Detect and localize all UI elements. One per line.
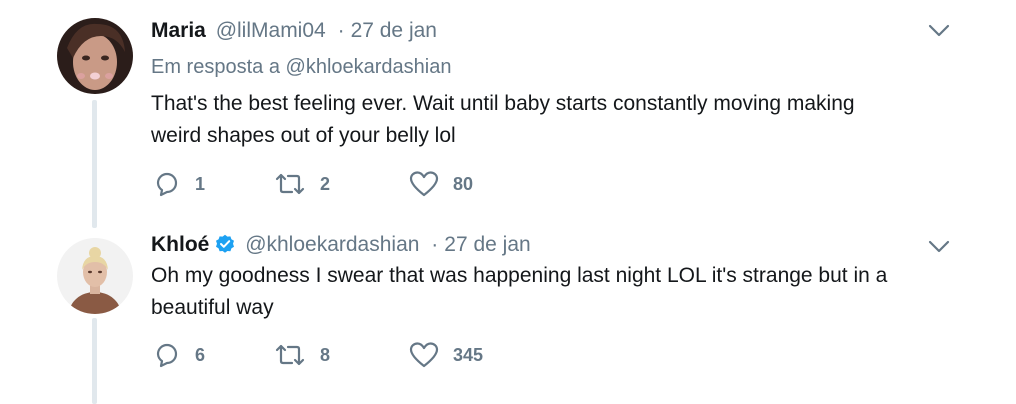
chevron-down-icon[interactable] [928,240,950,254]
author-handle[interactable]: @khloekardashian [245,233,419,256]
retweet-button[interactable]: 2 [274,169,330,199]
reply-count: 1 [195,173,206,194]
retweet-count: 2 [320,173,331,194]
tweet-text-line: beautiful way [151,296,274,319]
tweet-text: That's the best feeling ever. Wait until… [151,88,971,152]
tweet-text-line: That's the best feeling ever. Wait until… [151,92,855,115]
tweet-header: Maria @lilMami04 · 27 de jan [151,18,437,44]
reply-handle[interactable]: @khloekardashian [286,56,452,78]
like-count: 345 [453,344,484,365]
reply-button[interactable]: 6 [153,340,205,370]
tweet-date[interactable]: 27 de jan [351,19,437,42]
like-count: 80 [453,173,474,194]
tweet-date[interactable]: 27 de jan [444,233,530,256]
heart-icon [409,342,439,368]
like-button[interactable]: 80 [409,169,473,199]
reply-count: 6 [195,344,206,365]
tweet-text-line: Oh my goodness I swear that was happenin… [151,264,888,287]
reply-icon [156,172,178,197]
tweet-header: Khloé @khloekardashian · 27 de jan [151,232,531,258]
reply-prefix: Em resposta a [151,56,280,78]
retweet-icon [275,173,305,195]
author-name[interactable]: Maria [151,19,206,42]
reply-button[interactable]: 1 [153,169,205,199]
retweet-button[interactable]: 8 [274,340,330,370]
reply-icon [156,343,178,368]
meta-separator: · [431,233,439,256]
tweet-text: Oh my goodness I swear that was happenin… [151,260,971,324]
reply-context: Em resposta a @khloekardashian [151,54,451,80]
author-name[interactable]: Khloé [151,233,209,256]
heart-icon [409,171,439,197]
avatar-maria[interactable] [57,18,133,94]
tweet-khloe[interactable]: Khloé @khloekardashian · 27 de jan Oh my … [0,230,1016,404]
retweet-count: 8 [320,344,331,365]
retweet-icon [275,344,305,366]
like-button[interactable]: 345 [409,340,483,370]
chevron-down-icon[interactable] [928,24,950,38]
author-handle[interactable]: @lilMami04 [216,19,326,42]
tweet-maria[interactable]: Maria @lilMami04 · 27 de jan Em resposta … [0,0,1016,230]
verified-badge-icon [216,234,235,253]
tweet-text-line: weird shapes out of your belly lol [151,124,456,147]
avatar-khloe[interactable] [57,238,133,314]
meta-separator: · [337,19,345,42]
